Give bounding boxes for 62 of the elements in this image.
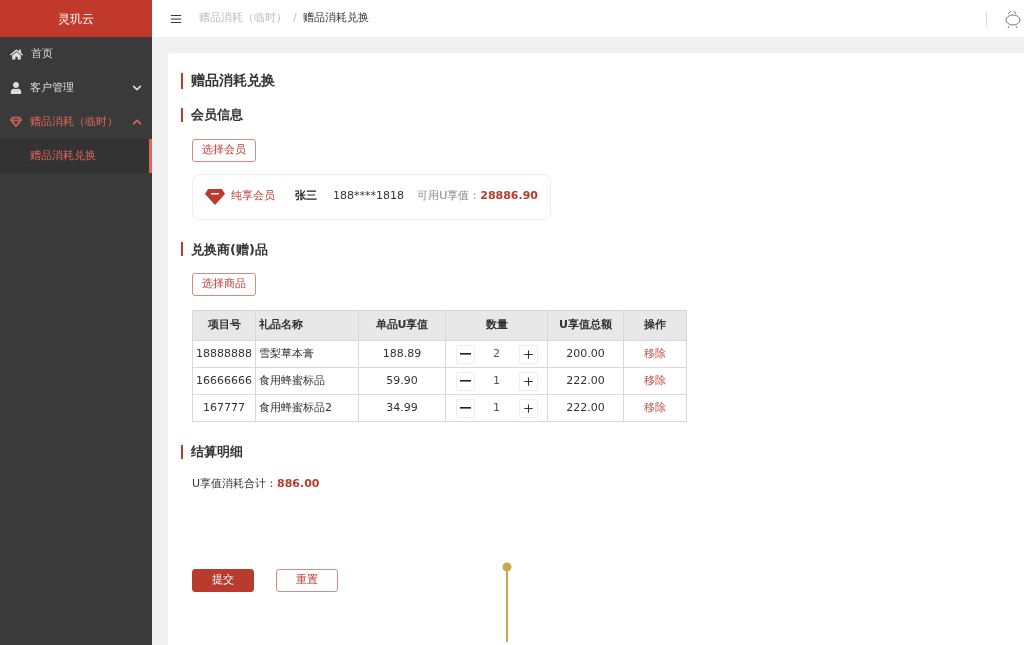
remove-link[interactable]: 移除 — [644, 346, 666, 360]
sidebar-subitem[interactable]: 赠品消耗兑换 — [0, 139, 152, 173]
increase-button[interactable] — [518, 371, 538, 391]
diamond-icon — [10, 116, 22, 128]
table-cell: 200.00 — [547, 340, 624, 368]
cartoon-avatar-icon[interactable] — [1003, 8, 1021, 29]
remove-link[interactable]: 移除 — [644, 373, 666, 387]
increase-button[interactable] — [518, 344, 538, 364]
select-goods-button[interactable]: 选择商品 — [192, 273, 256, 296]
sidebar-item[interactable]: 首页 — [0, 37, 152, 71]
sidebar-item[interactable]: 赠品消耗（临时） — [0, 105, 152, 139]
quantity-value: 1 — [492, 372, 501, 389]
column-header: 单品U享值 — [358, 310, 446, 341]
table-cell: 食用蜂蜜标品2 — [255, 394, 359, 422]
decrease-button[interactable] — [455, 344, 475, 364]
user-icon — [10, 82, 22, 94]
balance-label: 可用U享值： — [416, 188, 481, 205]
section-title: 兑换商(赠)品 — [191, 240, 268, 259]
minus-icon — [459, 353, 471, 355]
balance-value: 28886.90 — [480, 188, 538, 205]
page-title: 赠品消耗兑换 — [191, 71, 275, 90]
sidebar-item[interactable]: 客户管理 — [0, 71, 152, 105]
breadcrumb-item: 赠品消耗兑换 — [302, 10, 369, 27]
minus-icon — [459, 407, 471, 409]
decrease-button[interactable] — [455, 398, 475, 418]
table-cell: 222.00 — [547, 367, 624, 395]
quantity-value: 1 — [492, 399, 501, 416]
plus-icon — [521, 401, 535, 415]
diamond-icon — [205, 188, 225, 205]
submit-button[interactable]: 提交 — [192, 569, 254, 592]
select-member-button[interactable]: 选择会员 — [192, 138, 256, 162]
section-title: 会员信息 — [191, 106, 243, 124]
increase-button[interactable] — [518, 398, 538, 418]
table-cell: 222.00 — [547, 394, 624, 422]
member-level: 纯享会员 — [231, 188, 275, 205]
table-cell: 59.90 — [358, 367, 446, 395]
column-header: U享值总额 — [547, 310, 624, 341]
minus-icon — [459, 380, 471, 382]
column-header: 数量 — [445, 310, 548, 341]
member-phone: 188****1818 — [333, 188, 404, 205]
section-title: 结算明细 — [191, 443, 243, 461]
reset-button[interactable]: 重置 — [276, 569, 338, 592]
table-cell: 34.99 — [358, 394, 446, 422]
table-cell: 188.89 — [358, 340, 446, 368]
table-cell: 18888888 — [192, 340, 256, 368]
home-icon — [10, 47, 23, 61]
decrease-button[interactable] — [455, 371, 475, 391]
quantity-value: 2 — [492, 345, 501, 362]
member-name: 张三 — [295, 188, 317, 205]
plus-icon — [521, 347, 535, 361]
column-header: 礼品名称 — [255, 310, 359, 341]
logo-text: 灵玑云 — [58, 10, 94, 28]
table-cell: 16666666 — [192, 367, 256, 395]
table-cell: 167777 — [192, 394, 256, 422]
table-cell: 食用蜂蜜标品 — [255, 367, 359, 395]
plus-icon — [521, 374, 535, 388]
total-value: 886.00 — [277, 475, 320, 492]
table-cell: 雪梨草本膏 — [255, 340, 359, 368]
total-label: U享值消耗合计： — [192, 475, 278, 492]
column-header: 操作 — [623, 310, 687, 341]
remove-link[interactable]: 移除 — [644, 400, 666, 414]
column-header: 项目号 — [192, 310, 256, 341]
